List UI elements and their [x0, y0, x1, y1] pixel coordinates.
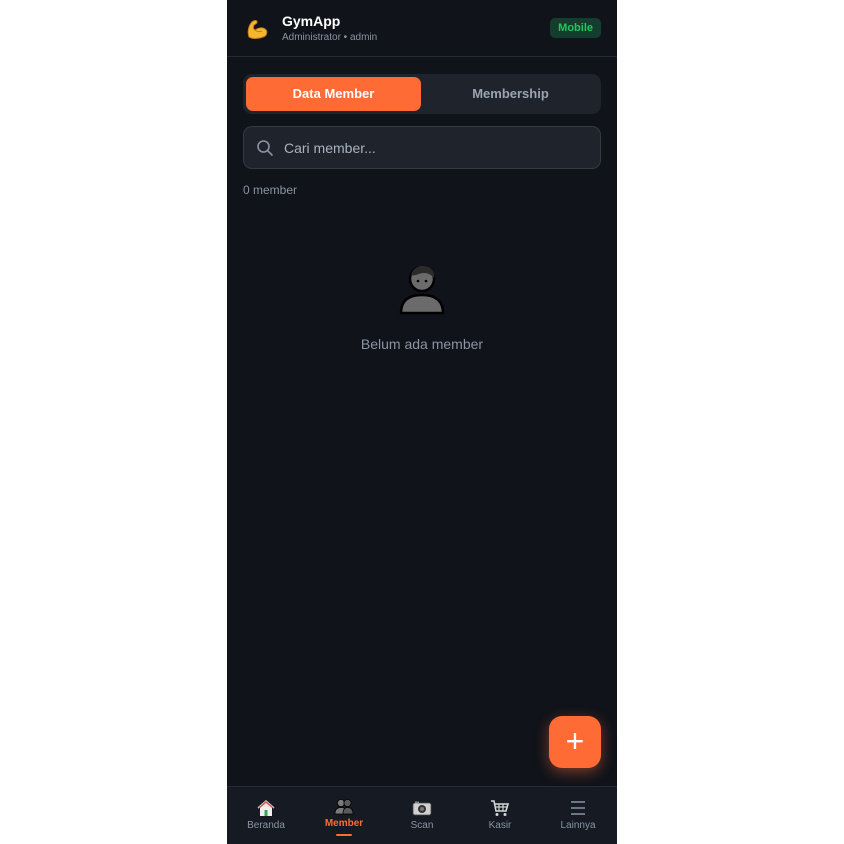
add-member-button[interactable]: + — [549, 716, 601, 768]
mode-badge: Mobile — [550, 18, 601, 38]
member-count: 0 member — [243, 183, 298, 197]
user-role-label: Administrator • admin — [282, 32, 378, 43]
flexed-biceps-icon — [247, 20, 268, 39]
tab-data-member[interactable]: Data Member — [246, 77, 421, 111]
person-silhouette-icon — [399, 265, 445, 315]
nav-label: Lainnya — [560, 820, 596, 831]
plus-icon: + — [565, 723, 585, 759]
search-icon — [257, 140, 273, 156]
nav-label: Kasir — [488, 820, 512, 831]
bottom-navigation: Beranda Member Scan Kasir Lainnya — [227, 786, 617, 844]
search-input[interactable] — [284, 127, 584, 168]
search-bar — [243, 126, 601, 169]
shopping-cart-icon — [491, 800, 510, 816]
app-title: GymApp — [282, 13, 341, 29]
nav-label: Scan — [410, 820, 434, 831]
hamburger-menu-icon — [571, 801, 585, 815]
nav-label: Member — [324, 818, 364, 829]
nav-item-scan[interactable]: Scan — [383, 787, 461, 844]
app-header: GymApp Administrator • admin Mobile — [227, 0, 617, 57]
mobile-app-screen: GymApp Administrator • admin Mobile Data… — [227, 0, 617, 844]
nav-item-beranda[interactable]: Beranda — [227, 787, 305, 844]
nav-item-kasir[interactable]: Kasir — [461, 787, 539, 844]
camera-icon — [412, 801, 432, 816]
nav-item-lainnya[interactable]: Lainnya — [539, 787, 617, 844]
house-icon — [257, 800, 275, 816]
active-indicator — [336, 834, 352, 836]
tab-membership[interactable]: Membership — [423, 77, 598, 111]
segment-tabs: Data Member Membership — [243, 74, 601, 114]
nav-label: Beranda — [247, 820, 285, 831]
people-icon — [334, 799, 354, 815]
empty-state-message: Belum ada member — [360, 336, 484, 352]
nav-item-member[interactable]: Member — [305, 787, 383, 844]
